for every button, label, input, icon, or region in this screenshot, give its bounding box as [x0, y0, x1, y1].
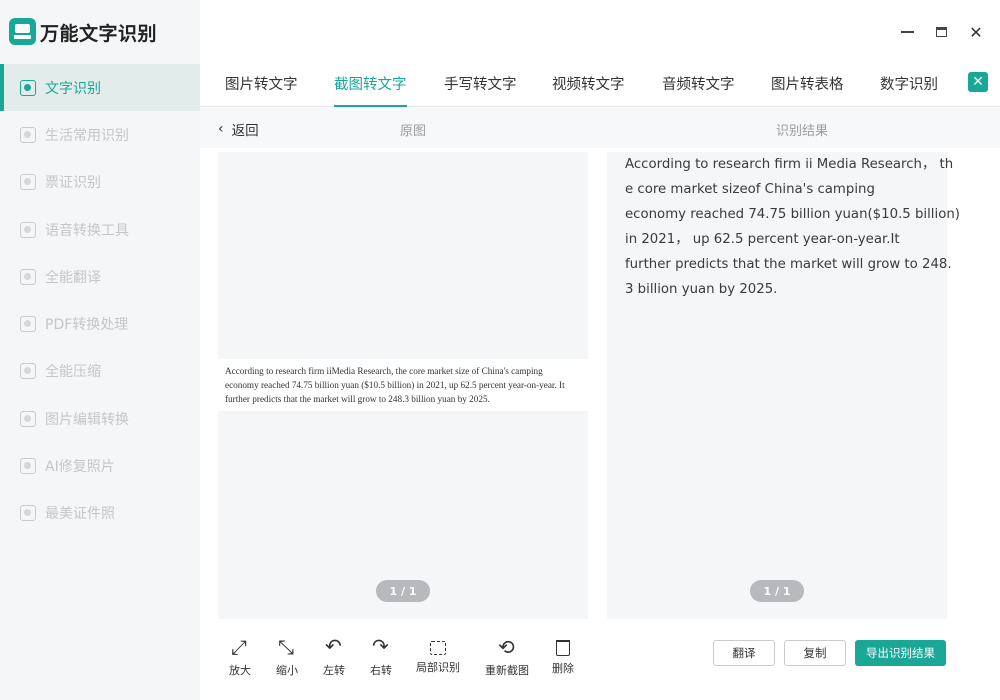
maximize-button[interactable]	[927, 18, 955, 46]
left-page-indicator: 1 / 1	[376, 580, 430, 602]
delete-button[interactable]: 删除	[552, 638, 574, 676]
tool-label: 重新截图	[485, 664, 529, 677]
compress-icon	[20, 363, 36, 380]
sidebar-item-label: PDF转换处理	[45, 317, 129, 334]
sidebar-item-translate[interactable]: 全能翻译	[0, 253, 200, 300]
app-title: 万能文字识别	[40, 23, 158, 45]
tab-image-to-text[interactable]: 图片转文字	[225, 73, 298, 94]
sidebar-item-compress[interactable]: 全能压缩	[0, 348, 200, 395]
zoom-in-icon	[230, 635, 250, 659]
partial-recognition-icon	[430, 641, 446, 655]
tab-number-recognition[interactable]: 数字识别	[880, 73, 938, 94]
result-line: in 2021， up 62.5 percent year-on-year.It	[625, 232, 900, 247]
tab-bar: 图片转文字 截图转文字 手写转文字 视频转文字 音频转文字 图片转表格 数字识别…	[200, 64, 1000, 107]
image-text-line: According to research firm iiMedia Resea…	[225, 366, 543, 376]
sidebar-item-label: 全能压缩	[45, 364, 101, 381]
tool-label: 局部识别	[416, 661, 460, 674]
sidebar: 万能文字识别 文字识别 生活常用识别 票证识别 语音转换工具 全能翻译 PDF转…	[0, 0, 200, 700]
export-result-button[interactable]: 导出识别结果	[855, 640, 946, 666]
translate-button[interactable]: 翻译	[713, 640, 775, 666]
original-image-panel[interactable]: According to research firm iiMedia Resea…	[218, 152, 588, 619]
sidebar-item-label: 最美证件照	[45, 506, 115, 523]
sidebar-item-label: 全能翻译	[45, 269, 101, 286]
sidebar-item-id-photo[interactable]: 最美证件照	[0, 490, 200, 537]
image-text-line: economy reached 74.75 billion yuan ($10.…	[225, 380, 565, 390]
tool-label: 放大	[229, 664, 251, 677]
sidebar-item-label: 生活常用识别	[45, 127, 129, 144]
maximize-icon	[935, 27, 947, 37]
tab-screenshot-to-text[interactable]: 截图转文字	[334, 73, 407, 107]
ai-photo-icon	[20, 458, 36, 475]
result-title: 识别结果	[776, 124, 829, 139]
rotate-left-button[interactable]: 左转	[323, 634, 345, 678]
rotate-right-button[interactable]: 右转	[370, 634, 392, 678]
back-button[interactable]: ‹ 返回	[218, 119, 259, 139]
tool-label: 缩小	[276, 664, 298, 677]
id-photo-icon	[20, 505, 36, 522]
screenshot-image: According to research firm iiMedia Resea…	[218, 359, 588, 411]
back-label: 返回	[231, 123, 259, 139]
rescreenshot-icon	[497, 635, 517, 659]
sidebar-item-label: 图片编辑转换	[45, 411, 129, 428]
tab-video-to-text[interactable]: 视频转文字	[552, 73, 625, 94]
result-text[interactable]: According to research firm ii Media Rese…	[625, 152, 960, 302]
daily-recognition-icon	[20, 126, 36, 143]
result-line: 3 billion yuan by 2025.	[625, 282, 778, 297]
original-image-title: 原图	[400, 124, 427, 139]
zoom-out-icon	[277, 635, 297, 659]
pdf-icon	[20, 316, 36, 333]
close-icon: ✕	[969, 22, 983, 42]
right-page-indicator: 1 / 1	[750, 580, 804, 602]
voice-icon	[20, 221, 36, 238]
tool-label: 右转	[370, 664, 392, 677]
partial-recognition-button[interactable]: 局部识别	[416, 638, 460, 675]
tool-label: 左转	[323, 664, 345, 677]
image-edit-icon	[20, 410, 36, 427]
sidebar-item-daily-recognition[interactable]: 生活常用识别	[0, 111, 200, 158]
tab-image-to-table[interactable]: 图片转表格	[771, 73, 844, 94]
rescreenshot-button[interactable]: 重新截图	[485, 635, 529, 678]
rotate-left-icon	[324, 634, 344, 658]
zoom-out-button[interactable]: 缩小	[276, 635, 298, 678]
result-panel[interactable]: According to research firm ii Media Rese…	[607, 152, 960, 619]
app-logo-icon	[9, 18, 36, 45]
sidebar-item-voice-tools[interactable]: 语音转换工具	[0, 206, 200, 253]
close-panel-button[interactable]: ✕	[968, 72, 988, 92]
sidebar-item-pdf[interactable]: PDF转换处理	[0, 300, 200, 347]
result-line: According to research firm ii Media Rese…	[625, 157, 954, 172]
rotate-right-icon	[371, 634, 391, 658]
chevron-left-icon: ‹	[218, 121, 224, 137]
sidebar-item-image-edit[interactable]: 图片编辑转换	[0, 395, 200, 442]
close-window-button[interactable]: ✕	[962, 18, 990, 46]
sidebar-nav: 文字识别 生活常用识别 票证识别 语音转换工具 全能翻译 PDF转换处理 全能压…	[0, 64, 200, 537]
tool-label: 删除	[552, 662, 574, 675]
minimize-button[interactable]	[893, 18, 921, 46]
tab-handwriting-to-text[interactable]: 手写转文字	[444, 73, 517, 94]
result-line: further predicts that the market will gr…	[625, 257, 952, 272]
translate-icon	[20, 268, 36, 285]
sidebar-item-label: 语音转换工具	[45, 222, 129, 239]
delete-icon	[556, 640, 570, 656]
sidebar-item-ai-photo[interactable]: AI修复照片	[0, 442, 200, 489]
result-line: e core market sizeof China's camping	[625, 182, 875, 197]
zoom-in-button[interactable]: 放大	[229, 635, 251, 678]
minimize-icon	[900, 31, 914, 33]
sidebar-item-ticket-recognition[interactable]: 票证识别	[0, 159, 200, 206]
sidebar-item-label: AI修复照片	[45, 459, 115, 476]
tab-audio-to-text[interactable]: 音频转文字	[662, 73, 735, 94]
close-icon: ✕	[972, 74, 984, 90]
text-recognition-icon	[20, 79, 36, 96]
ticket-icon	[20, 174, 36, 191]
copy-button[interactable]: 复制	[784, 640, 846, 666]
content-header: ‹ 返回 原图 识别结果	[200, 108, 1000, 148]
sidebar-item-label: 票证识别	[45, 175, 101, 192]
sidebar-item-label: 文字识别	[45, 80, 101, 97]
image-text-line: further predicts that the market will gr…	[225, 394, 490, 404]
sidebar-item-text-recognition[interactable]: 文字识别	[0, 64, 200, 112]
result-line: economy reached 74.75 billion yuan($10.5…	[625, 207, 960, 222]
